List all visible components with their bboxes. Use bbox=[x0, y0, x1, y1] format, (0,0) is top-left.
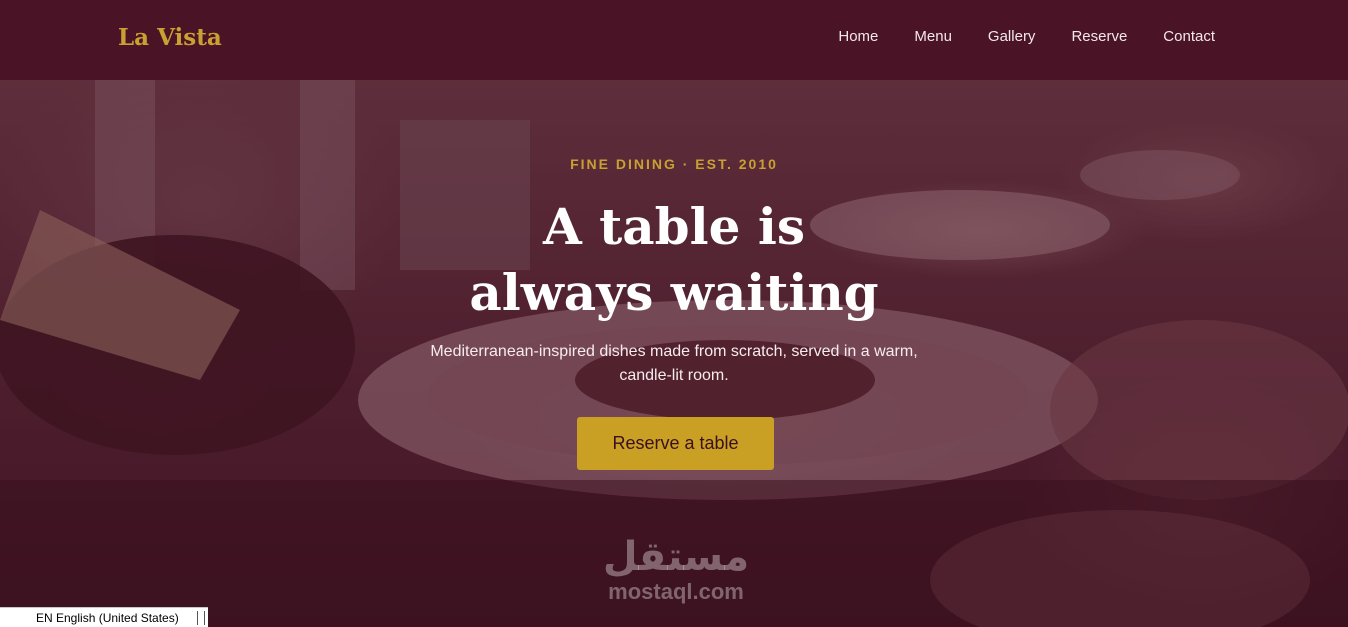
hero-section: FINE DINING · EST. 2010 A table is alway… bbox=[0, 80, 1348, 627]
hero-subtext: Mediterranean-inspired dishes made from … bbox=[430, 343, 918, 384]
watermark-latin: mostaql.com bbox=[608, 579, 744, 604]
language-indicator[interactable]: EN English (United States) bbox=[0, 607, 208, 627]
reserve-table-button[interactable]: Reserve a table bbox=[577, 417, 774, 470]
brand-logo[interactable]: La Vista bbox=[118, 24, 222, 51]
nav-contact-link[interactable]: Contact bbox=[1163, 28, 1215, 45]
nav-menu-link[interactable]: Menu bbox=[914, 28, 952, 45]
hero-headline-line1: A table is bbox=[542, 197, 805, 256]
nav-home-link[interactable]: Home bbox=[838, 28, 878, 45]
nav-gallery-link[interactable]: Gallery bbox=[988, 28, 1036, 45]
mostaql-watermark: مستقل mostaql.com bbox=[592, 535, 760, 605]
hero-headline: A table is always waiting bbox=[0, 194, 1348, 326]
hero-eyebrow: FINE DINING · EST. 2010 bbox=[570, 156, 778, 172]
main-nav: Home Menu Gallery Reserve Contact bbox=[838, 28, 1215, 45]
nav-reserve-link[interactable]: Reserve bbox=[1071, 28, 1127, 45]
resize-grip-icon[interactable] bbox=[197, 611, 205, 625]
site-header: La Vista Home Menu Gallery Reserve Conta… bbox=[0, 0, 1348, 80]
language-label: EN English (United States) bbox=[36, 610, 179, 625]
hero-headline-line2: always waiting bbox=[469, 263, 879, 322]
watermark-arabic: مستقل bbox=[602, 534, 750, 580]
